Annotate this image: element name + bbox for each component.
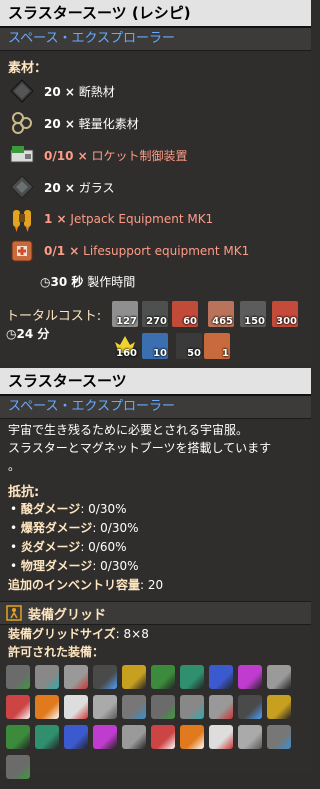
ingredient-name: Jetpack Equipment MK1 — [70, 212, 214, 226]
ingredient-amount: 20 × — [44, 180, 75, 195]
ingredient-name: 断熱材 — [78, 84, 115, 99]
ingredient-name: ガラス — [78, 180, 115, 195]
equipment-icon — [93, 695, 117, 719]
equipment-icon — [93, 725, 117, 749]
ingredient-amount: 1 × — [44, 212, 67, 226]
equipment-icon — [180, 725, 204, 749]
equipment-icon — [180, 695, 204, 719]
equipment-icon — [238, 695, 262, 719]
barrel-cost-icon: 50 — [176, 333, 202, 359]
recipe-mod-source: スペース・エクスプローラー — [0, 28, 311, 51]
resistance-row: • 酸ダメージ: 0/30% — [10, 502, 127, 516]
equipment-icon — [122, 665, 146, 689]
iron-plate-cost-icon: 300 — [272, 301, 298, 327]
allowed-equipment-grid — [6, 665, 306, 789]
lifesupport-icon — [11, 240, 33, 262]
equipment-icon — [64, 725, 88, 749]
equipment-icon — [35, 665, 59, 689]
total-time: ◷24 分 — [6, 327, 50, 341]
grid-size: 装備グリッドサイズ: 8×8 — [8, 627, 149, 641]
equipment-icon — [151, 665, 175, 689]
ingredient-row: 0/10 × ロケット制御装置 — [0, 139, 311, 171]
resistance-row: • 物理ダメージ: 0/30% — [10, 559, 139, 573]
rocket-control-unit-icon — [10, 146, 34, 163]
resistances-label: 抵抗: — [8, 485, 40, 500]
insulation-icon — [10, 79, 34, 103]
ingredient-row: 20 × 断熱材 — [0, 75, 311, 107]
craft-time-value: 30 秒 — [50, 275, 84, 289]
item-title: スラスタースーツ — [0, 368, 311, 396]
ingredient-name: Lifesupport equipment MK1 — [83, 244, 250, 258]
equipment-icon — [93, 665, 117, 689]
clock-icon: ◷ — [40, 275, 51, 289]
iron-stick-cost-icon: 150 — [240, 301, 266, 327]
ingredient-amount: 0/1 × — [44, 244, 80, 258]
circuit-cost-icon: 10 — [142, 333, 168, 359]
equipment-icon — [122, 725, 146, 749]
item-tooltip: スラスタースーツ スペース・エクスプローラー 宇宙で生き残るために必要とされる宇… — [0, 368, 311, 779]
equipment-icon — [151, 725, 175, 749]
equipment-icon — [64, 695, 88, 719]
copper-ore-cost-icon: 465 — [208, 301, 234, 327]
item-mod-source: スペース・エクスプローラー — [0, 396, 311, 419]
glass-icon — [10, 175, 34, 199]
ingredient-row: 20 × ガラス — [0, 171, 311, 203]
recipe-title: スラスタースーツ (レシピ) — [0, 0, 311, 28]
equipment-icon — [6, 695, 30, 719]
sulfur-cost-icon: 160 — [112, 333, 138, 359]
ingredient-row: 1 × Jetpack Equipment MK1 — [0, 203, 311, 235]
equipment-icon — [209, 695, 233, 719]
equipment-icon — [209, 665, 233, 689]
item-description: 宇宙で生き残るために必要とされる宇宙服。 スラスターとマグネットブーツを搭載して… — [8, 423, 272, 473]
inventory-bonus: 追加のインベントリ容量: 20 — [8, 578, 164, 592]
equipment-icon — [6, 755, 30, 779]
craft-time: ◷30 秒 製作時間 — [0, 271, 311, 293]
total-cost: トータルコスト: ◷24 分 127 270 60 465 150 300 16… — [0, 299, 311, 369]
lightweight-material-icon — [12, 112, 32, 134]
equipment-icon — [35, 695, 59, 719]
recipe-tooltip: スラスタースーツ (レシピ) スペース・エクスプローラー 素材： 20 × 断熱… — [0, 0, 311, 364]
equipment-icon — [209, 725, 233, 749]
equipment-grid-header: 装備グリッド — [0, 601, 311, 625]
ingredient-name: ロケット制御装置 — [91, 148, 188, 163]
stone-cost-icon: 127 — [112, 301, 138, 327]
equipment-grid-icon — [6, 605, 22, 621]
equipment-icon — [151, 695, 175, 719]
ingredient-amount: 20 × — [44, 116, 75, 131]
equipment-icon — [267, 725, 291, 749]
clock-icon: ◷ — [6, 327, 17, 341]
equipment-icon — [122, 695, 146, 719]
ingredient-row: 0/1 × Lifesupport equipment MK1 — [0, 235, 311, 267]
ingredients-label: 素材： — [8, 61, 48, 76]
ingredient-name: 軽量化素材 — [78, 116, 139, 131]
resistance-row: • 炎ダメージ: 0/60% — [10, 540, 127, 554]
equipment-icon — [180, 665, 204, 689]
ingredient-row: 20 × 軽量化素材 — [0, 107, 311, 139]
equipment-icon — [267, 695, 291, 719]
craft-time-label: 製作時間 — [87, 275, 136, 289]
equipment-icon — [6, 725, 30, 749]
ingredient-amount: 0/10 × — [44, 148, 88, 163]
equipment-icon — [238, 665, 262, 689]
allowed-equipment-label: 許可された装備： — [8, 645, 105, 659]
equipment-icon — [267, 665, 291, 689]
equipment-icon — [35, 725, 59, 749]
jetpack-icon — [13, 210, 31, 232]
lifesupport-cost-icon: 1 — [204, 333, 230, 359]
equipment-icon — [6, 665, 30, 689]
ingredient-amount: 20 × — [44, 84, 75, 99]
resistance-row: • 爆発ダメージ: 0/30% — [10, 521, 139, 535]
coal-cost-icon: 270 — [142, 301, 168, 327]
equipment-icon — [64, 665, 88, 689]
total-cost-label: トータルコスト: — [6, 309, 102, 324]
equipment-icon — [238, 725, 262, 749]
copper-cost-icon: 60 — [172, 301, 198, 327]
